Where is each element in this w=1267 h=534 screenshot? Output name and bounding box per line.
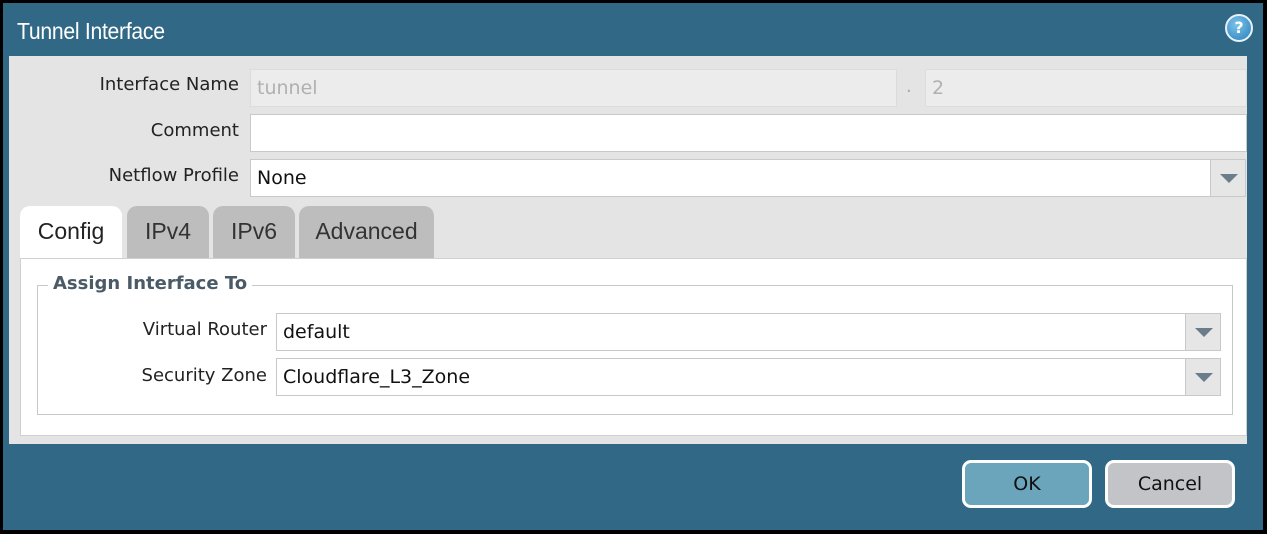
question-circle-icon[interactable]: ? [1225,14,1253,42]
tab-advanced[interactable]: Advanced [299,206,434,258]
comment-input[interactable] [250,114,1247,152]
security-zone-select[interactable]: Cloudflare_L3_Zone [276,358,1186,396]
tab-config[interactable]: Config [20,206,122,260]
dialog-body: Interface Name tunnel . 2 Comment Netflo… [9,56,1247,444]
assign-interface-legend: Assign Interface To [48,273,253,294]
security-zone-label: Security Zone [141,365,267,386]
ok-button[interactable]: OK [962,460,1092,508]
tab-ipv6[interactable]: IPv6 [213,206,295,258]
config-panel: Assign Interface To Virtual Router defau… [20,258,1247,436]
interface-name-field: tunnel [250,69,897,107]
virtual-router-label: Virtual Router [142,319,267,340]
comment-label: Comment [150,120,239,141]
chevron-down-icon[interactable] [1210,159,1246,197]
tunnel-interface-dialog: Tunnel Interface ? Interface Name tunnel… [3,3,1263,530]
virtual-router-select[interactable]: default [276,313,1186,351]
tab-ipv4[interactable]: IPv4 [127,206,209,258]
chevron-down-icon[interactable] [1185,358,1221,396]
netflow-profile-label: Netflow Profile [108,165,239,186]
chevron-down-icon[interactable] [1185,313,1221,351]
interface-number-field: 2 [925,69,1247,107]
interface-name-label: Interface Name [99,74,239,95]
cancel-button[interactable]: Cancel [1105,460,1235,508]
title-bar: Tunnel Interface ? [3,3,1263,58]
assign-interface-group: Assign Interface To Virtual Router defau… [37,273,1233,415]
netflow-profile-select[interactable]: None [250,159,1211,197]
dialog-title: Tunnel Interface [17,18,165,44]
interface-separator: . [906,76,912,97]
